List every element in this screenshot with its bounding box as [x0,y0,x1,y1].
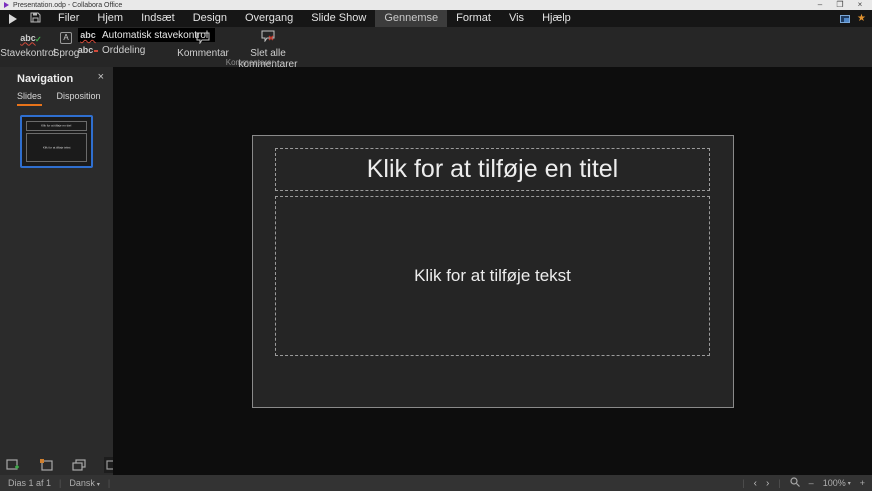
menu-format[interactable]: Format [447,10,500,27]
star-icon[interactable]: ★ [857,14,866,24]
statusbar-right: | ‹ › | – 100%▾ + [742,477,872,489]
menu-filer[interactable]: Filer [49,10,88,27]
window-title: Presentation.odp - Collabora Office [13,2,810,9]
menu-hjem[interactable]: Hjem [88,10,132,27]
slide[interactable]: Klik for at tilføje en titel Klik for at… [252,135,734,408]
tab-slides[interactable]: Slides [17,91,42,106]
zoom-out-button[interactable]: – [809,478,814,488]
comment-button[interactable]: Kommentar [175,30,231,59]
close-button[interactable]: × [850,0,870,10]
auto-spellcheck-icon: abc [80,30,96,40]
title-placeholder-text: Klik for at tilføje en titel [367,155,618,184]
tab-disposition[interactable]: Disposition [57,91,101,106]
menubar: Filer Hjem Indsæt Design Overgang Slide … [0,10,872,27]
previous-slide-button[interactable]: ‹ [754,478,757,489]
body-placeholder-text: Klik for at tilføje tekst [414,266,571,286]
menu-gennemse[interactable]: Gennemse [375,10,447,27]
collabora-logo-icon [9,14,17,24]
chevron-down-icon: ▾ [848,480,851,487]
window-icon[interactable] [840,15,850,23]
new-slide-icon[interactable] [5,457,21,473]
menu-hjaelp[interactable]: Hjælp [533,10,580,27]
language-selector[interactable]: Dansk▾ [69,478,100,488]
zoom-in-button[interactable]: + [860,478,865,488]
app-logo-icon [4,2,9,8]
hyphenation-icon: abc [80,45,96,55]
duplicate-slide-icon[interactable] [71,457,87,473]
navigation-sidebar: Navigation × Slides Disposition Klik for… [0,67,113,475]
window-controls: – ❐ × [810,0,870,10]
spellcheck-button[interactable]: abc✓ Stavekontrol [0,30,56,59]
slide-canvas: Klik for at tilføje en titel Klik for at… [113,67,872,475]
save-icon[interactable] [30,12,41,26]
menu-overgang[interactable]: Overgang [236,10,302,27]
chevron-down-icon: ▾ [97,482,100,488]
delete-all-comments-icon [228,30,308,45]
spellcheck-icon: abc✓ [0,30,56,45]
next-slide-button[interactable]: › [766,478,769,489]
menu-design[interactable]: Design [184,10,236,27]
hyphenation-label: Orddeling [102,45,145,56]
titlebar: Presentation.odp - Collabora Office – ❐ … [0,0,872,10]
slide-count-label: Dias 1 af 1 [8,478,51,488]
comments-group-label: Kommentarer [205,58,295,67]
menu-items: Filer Hjem Indsæt Design Overgang Slide … [49,10,580,27]
title-placeholder[interactable]: Klik for at tilføje en titel [275,148,710,191]
menubar-right-icons: ★ [840,14,866,24]
separator: | [108,478,110,488]
separator: | [742,478,744,488]
slide-actions-toolbar [5,457,120,473]
minimize-button[interactable]: – [810,0,830,10]
ribbon-toolbar: abc✓ Stavekontrol A Sprog abc Automatisk… [0,27,872,67]
comment-icon [175,30,231,45]
zoom-level-selector[interactable]: 100%▾ [823,478,851,488]
app-window: Presentation.odp - Collabora Office – ❐ … [0,0,872,491]
separator: | [778,478,780,488]
restore-button[interactable]: ❐ [830,0,850,10]
menu-vis[interactable]: Vis [500,10,533,27]
menu-slide-show[interactable]: Slide Show [302,10,375,27]
fit-zoom-icon[interactable] [790,477,800,489]
statusbar-left: Dias 1 af 1 | Dansk▾ | [0,478,110,488]
thumbnail-title-box: Klik for at tilføje en titel [26,121,87,131]
slide-thumbnail[interactable]: Klik for at tilføje en titel Klik for at… [20,115,93,168]
separator: | [59,478,61,488]
thumbnail-body-box: Klik for at tilføje tekst [26,133,87,162]
body-placeholder[interactable]: Klik for at tilføje tekst [275,196,710,356]
statusbar: Dias 1 af 1 | Dansk▾ | | ‹ › | – 100%▾ + [0,475,872,491]
navigation-close-icon[interactable]: × [98,71,104,83]
navigation-tabs: Slides Disposition [17,91,101,106]
menu-indsaet[interactable]: Indsæt [132,10,184,27]
navigation-title: Navigation [17,73,73,85]
rename-slide-icon[interactable] [38,457,54,473]
spellcheck-label: Stavekontrol [0,48,56,59]
